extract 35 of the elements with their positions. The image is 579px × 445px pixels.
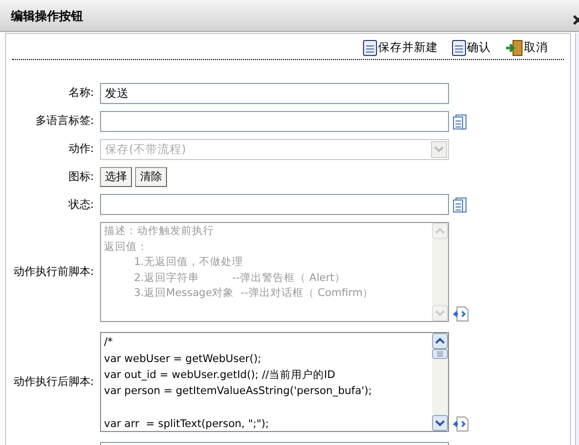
text-line: 返回值： <box>104 240 149 255</box>
field-label: 状态: <box>67 196 95 213</box>
text-line: 3.返回Message对象 --弹出对话框（ Comfirm） <box>133 286 375 302</box>
small-button[interactable]: 选择 <box>100 167 132 188</box>
text-line: var arr = splitText(person, ";"); <box>104 416 270 432</box>
window-title: 编辑操作按钮 <box>11 8 83 24</box>
exit-door-icon <box>505 40 523 56</box>
code-file-icon[interactable] <box>453 306 469 322</box>
text-field[interactable]: 发送 <box>100 83 449 104</box>
small-button[interactable]: 清除 <box>135 167 167 188</box>
code-file-icon[interactable] <box>453 416 469 432</box>
field-label: 图标: <box>67 168 95 185</box>
edit-note-icon[interactable] <box>453 196 467 213</box>
edit-note-icon[interactable] <box>453 114 467 130</box>
text-line: 1.无返回值，不做处理 <box>133 255 244 270</box>
scroll-up-icon[interactable] <box>432 333 448 350</box>
text-line: var webUser = getWebUser(); <box>104 352 262 367</box>
field-label: 动作执行前脚本: <box>12 264 95 280</box>
text-line: 描述：动作触发前执行 <box>104 224 215 240</box>
field-label: 动作: <box>67 141 95 158</box>
text-line: 2.返回字符串 --弹出警告框（ Alert） <box>133 270 346 286</box>
script-textarea[interactable]: /* var webUser = getWebUser(); var out_id = webUser.getId(); //当前用户的ID var person = getItemValueAsString('person_bufa'); var arr = splitText(person, ";"); <box>100 332 449 432</box>
field-label: 名称: <box>67 85 95 102</box>
text-line: var person = getItemValueAsString('person_bufa'); <box>104 384 373 400</box>
field-label: 动作执行后脚本: <box>12 374 95 390</box>
field-label: 多语言标签: <box>34 113 95 130</box>
text-line: /* <box>104 335 114 350</box>
text-field[interactable] <box>100 194 449 216</box>
save-button[interactable]: 确认 <box>452 37 491 56</box>
text-line: var out_id = webUser.getId(); //当前用户的ID <box>104 368 336 383</box>
text-field[interactable] <box>100 111 449 132</box>
scroll-thumb[interactable] <box>432 349 448 360</box>
scroll-down-icon[interactable] <box>432 415 448 432</box>
save-button[interactable]: 保存并新建 <box>363 37 438 56</box>
cancel-button[interactable]: 取消 <box>505 37 548 56</box>
